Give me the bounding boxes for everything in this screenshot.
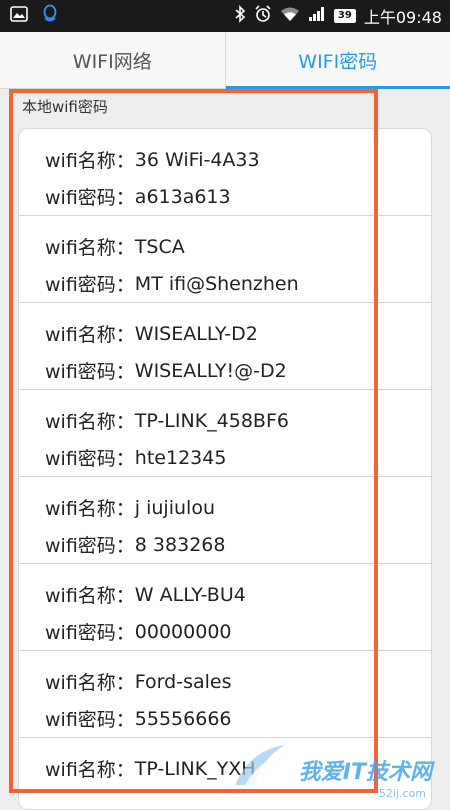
wifi-password-label: wifi密码： [45,618,135,645]
qq-icon [42,4,58,28]
wifi-password-label: wifi密码： [45,444,135,471]
wifi-password-value: hte12345 [135,447,227,469]
battery-icon: 39 [334,9,356,23]
tab-wifi-network[interactable]: WIFI网络 [0,32,225,88]
list-item[interactable]: wifi名称：36 WiFi-4A33 wifi密码：a613a613 [19,129,431,216]
status-time: 上午09:48 [364,4,442,28]
tab-bar: WIFI网络 WIFI密码 [0,32,450,89]
wifi-name-label: wifi名称： [45,668,135,695]
wifi-password-label: wifi密码： [45,270,135,297]
list-item[interactable]: wifi名称：WISEALLY-D2 wifi密码：WISEALLY!@-D2 [19,303,431,390]
wifi-name-value: Ford-sales [135,671,232,693]
wifi-password-value: 8 383268 [135,534,226,556]
image-icon [10,6,28,26]
list-item[interactable]: wifi名称：TP-LINK_458BF6 wifi密码：hte12345 [19,390,431,477]
wifi-name-label: wifi名称： [45,146,135,173]
watermark-text: 我爱IT技术网 [299,754,432,786]
wifi-password-value: 00000000 [135,621,232,643]
wifi-password-value: WISEALLY!@-D2 [135,360,287,382]
tab-wifi-password[interactable]: WIFI密码 [225,32,450,88]
status-bar: 39 上午09:48 [0,0,450,32]
wifi-password-list[interactable]: wifi名称：36 WiFi-4A33 wifi密码：a613a613 wifi… [18,128,432,810]
wifi-name-value: 36 WiFi-4A33 [135,149,260,171]
wifi-name-label: wifi名称： [45,233,135,260]
wifi-password-value: 55556666 [135,708,232,730]
wifi-password-label: wifi密码： [45,531,135,558]
alarm-icon [254,5,272,27]
wifi-password-value: a613a613 [135,186,231,208]
watermark-url: 52ij.com [379,787,426,800]
wifi-password-value: MT ifi@Shenzhen [135,273,299,295]
wifi-name-label: wifi名称： [45,320,135,347]
watermark-wing-icon [230,740,290,790]
wifi-name-value: TP-LINK_458BF6 [135,410,289,432]
wifi-name-value: TSCA [135,236,185,258]
wifi-icon [280,6,300,26]
list-item[interactable]: wifi名称： TSCA wifi密码：MT ifi@Shenzhen [19,216,431,303]
wifi-name-value: W ALLY-BU4 [135,584,246,606]
list-item[interactable]: wifi名称：W ALLY-BU4 wifi密码：00000000 [19,564,431,651]
wifi-name-label: wifi名称： [45,494,135,521]
wifi-name-label: wifi名称： [45,755,135,782]
signal-icon [308,6,326,26]
wifi-name-label: wifi名称： [45,581,135,608]
wifi-name-value: WISEALLY-D2 [135,323,258,345]
section-title: 本地wifi密码 [22,96,108,117]
bluetooth-icon [234,5,246,27]
wifi-password-label: wifi密码： [45,705,135,732]
wifi-password-label: wifi密码： [45,357,135,384]
wifi-name-label: wifi名称： [45,407,135,434]
wifi-name-value: j iujiulou [135,497,215,519]
wifi-password-label: wifi密码： [45,183,135,210]
list-item[interactable]: wifi名称：Ford-sales wifi密码：55556666 [19,651,431,738]
list-item[interactable]: wifi名称：j iujiulou wifi密码：8 383268 [19,477,431,564]
